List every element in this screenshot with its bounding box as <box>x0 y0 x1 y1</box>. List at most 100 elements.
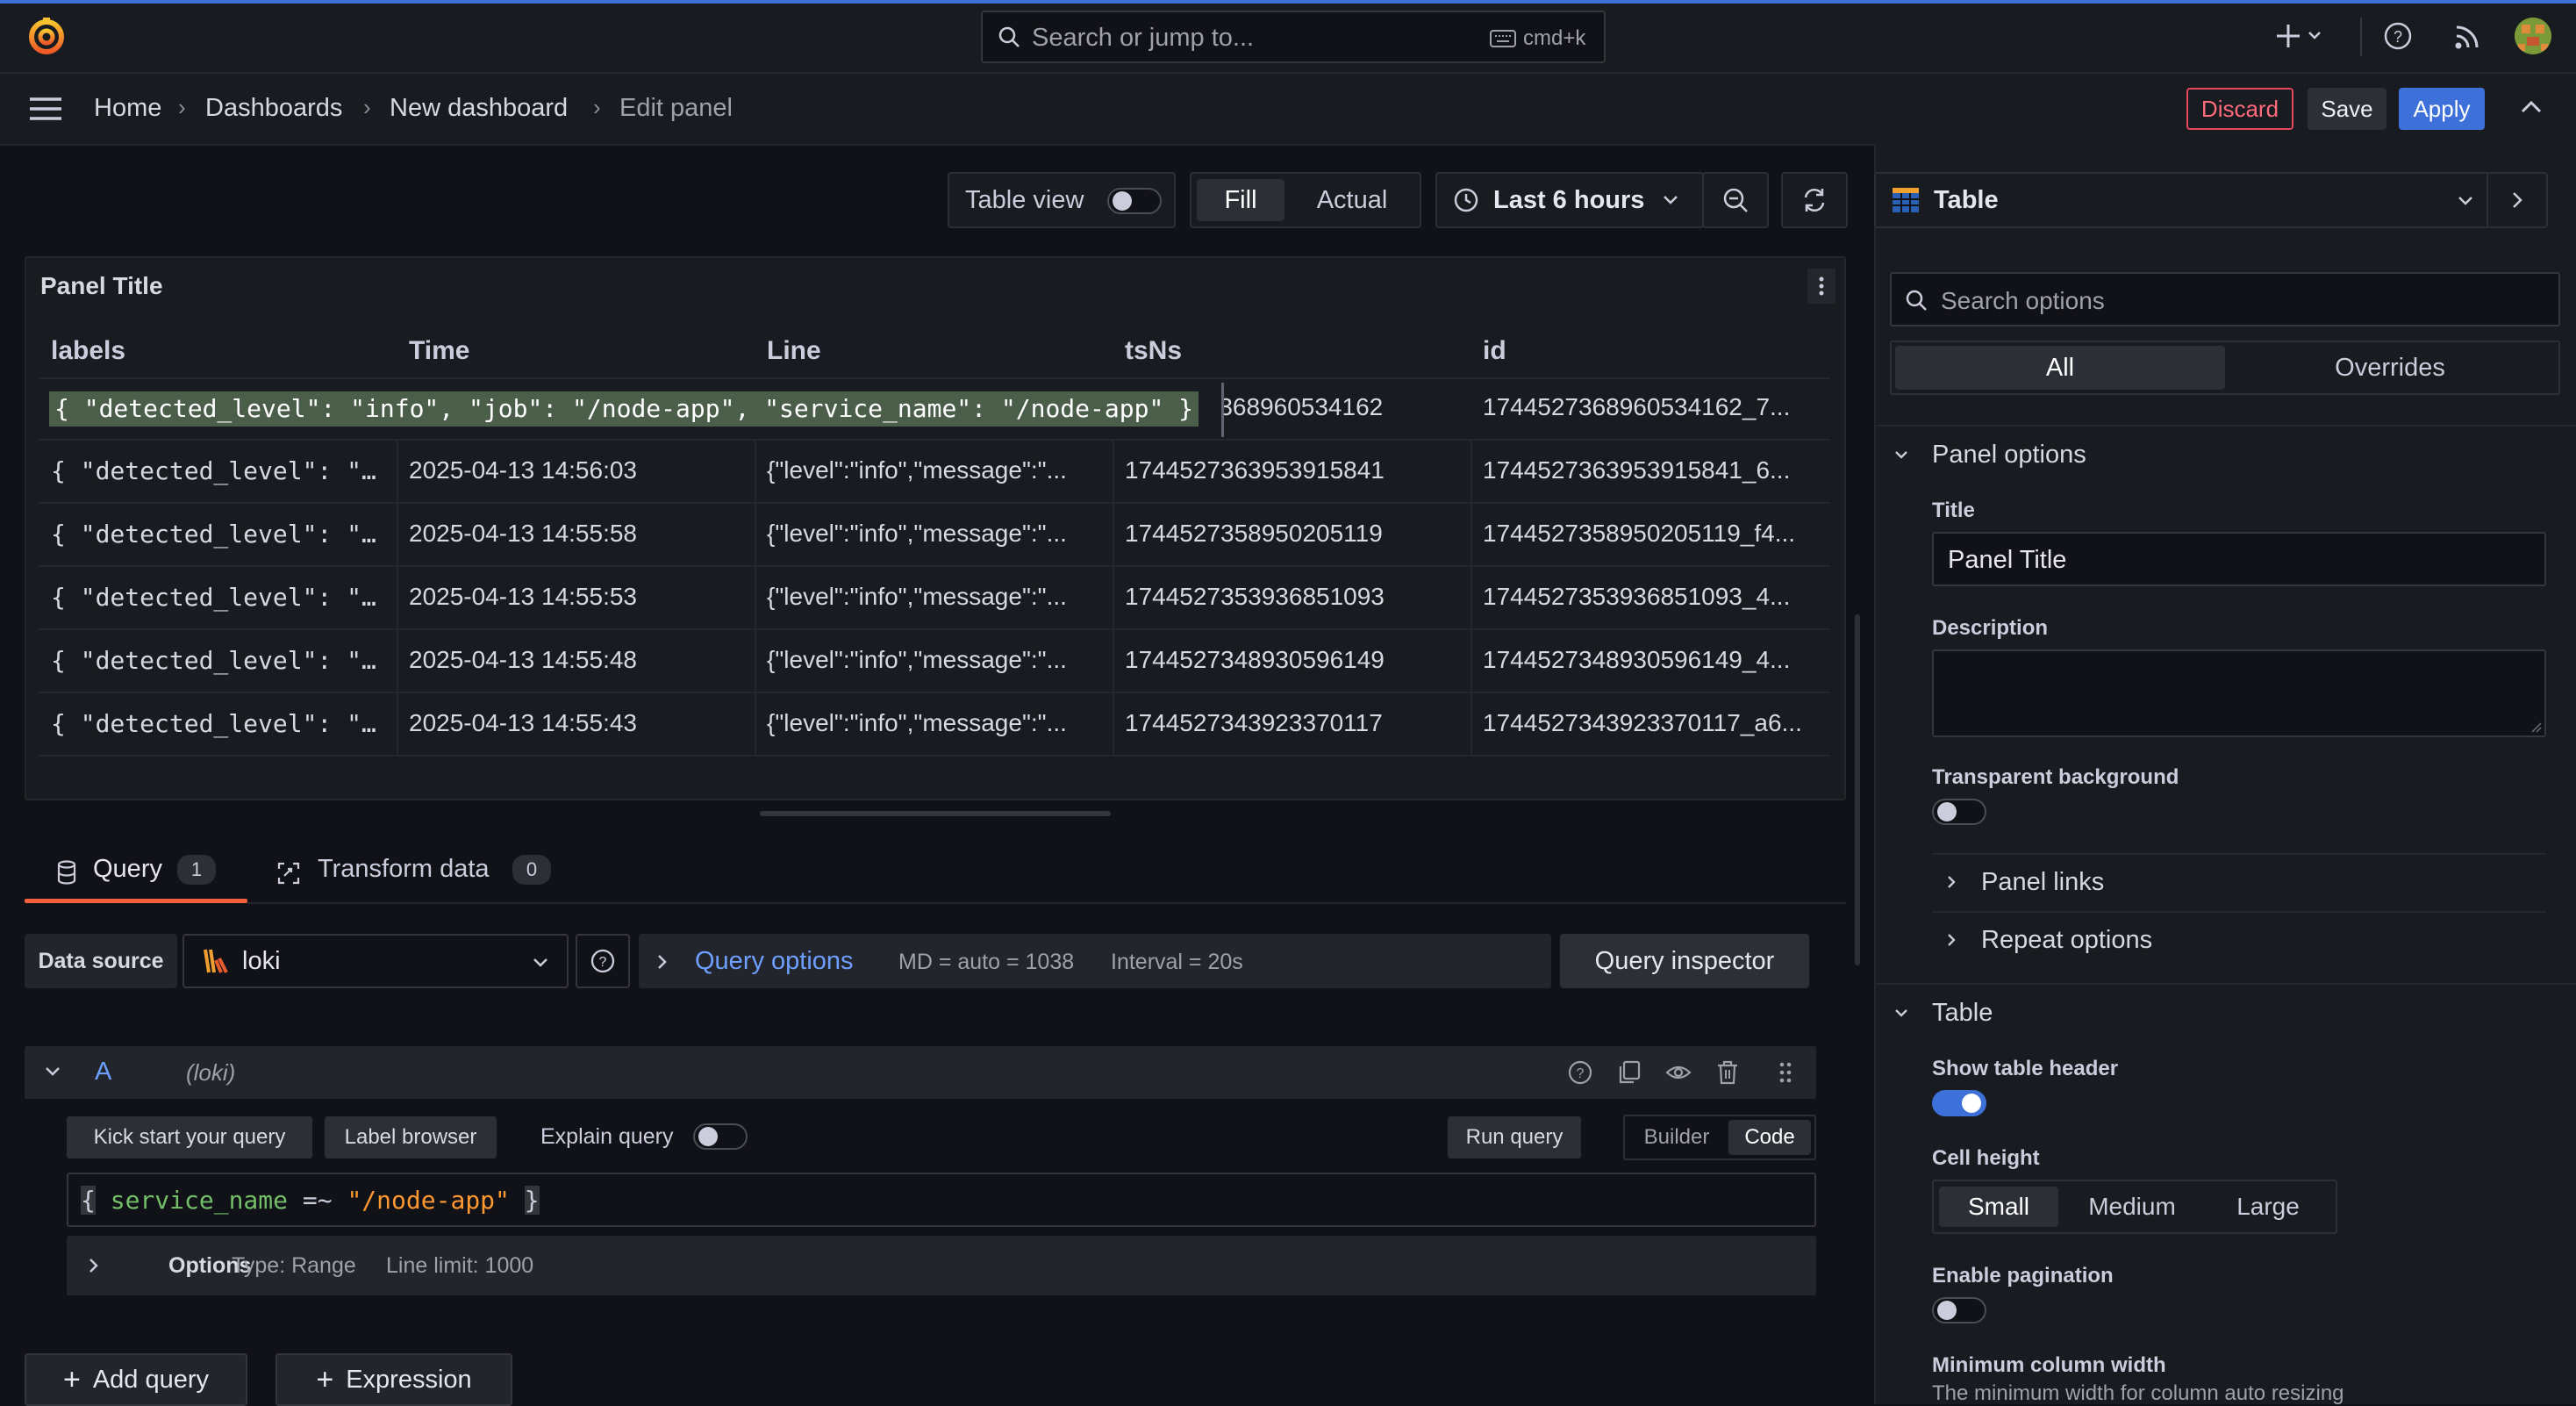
time-range-picker[interactable]: Last 6 hours <box>1435 172 1704 228</box>
textarea-resize-icon[interactable] <box>2530 721 2543 734</box>
code-mode-button[interactable]: Code <box>1728 1120 1811 1155</box>
chevron-down-icon <box>2457 195 2474 207</box>
kick-start-button[interactable]: Kick start your query <box>67 1116 312 1159</box>
run-query-button[interactable]: Run query <box>1448 1116 1581 1159</box>
apply-button[interactable]: Apply <box>2399 88 2485 130</box>
query-options-bar[interactable]: Query options MD = auto = 1038 Interval … <box>639 934 1551 988</box>
table-view-label: Table view <box>965 185 1084 214</box>
show-header-switch[interactable] <box>1932 1090 1986 1116</box>
builder-mode-button[interactable]: Builder <box>1628 1120 1725 1155</box>
menu-icon[interactable] <box>28 95 63 123</box>
zoom-out-button[interactable] <box>1702 172 1769 228</box>
chevron-down-icon[interactable] <box>1893 449 1909 460</box>
hide-query-eye-icon[interactable] <box>1665 1059 1692 1086</box>
query-options-link[interactable]: Query options <box>695 947 854 976</box>
cell-height-small[interactable]: Small <box>1939 1187 2058 1227</box>
grafana-logo[interactable] <box>26 16 67 56</box>
explain-query-label: Explain query <box>540 1124 674 1149</box>
column-header-labels[interactable]: labels <box>51 336 125 366</box>
table-section[interactable]: Table <box>1932 999 1993 1028</box>
panel-menu-icon[interactable] <box>1807 269 1835 304</box>
tab-all[interactable]: All <box>1895 346 2225 390</box>
table-view-switch[interactable] <box>1107 188 1162 214</box>
table-cell-tsns: 1744527348930596149 <box>1125 646 1385 673</box>
query-options-row[interactable]: Options Type: Range Line limit: 1000 <box>67 1236 1816 1295</box>
collapse-options-button[interactable] <box>2487 172 2548 228</box>
visualization-name: Table <box>1934 185 1999 214</box>
breadcrumb-home[interactable]: Home <box>94 94 161 123</box>
table-cell-time: 2025-04-13 14:55:58 <box>409 520 637 547</box>
breadcrumb-current: Edit panel <box>619 94 733 122</box>
chevron-right-icon[interactable] <box>1946 932 1957 948</box>
query-row-header <box>25 1046 1816 1099</box>
query-ds-name: (loki) <box>186 1059 236 1086</box>
panel-title: Panel Title <box>40 272 163 299</box>
description-textarea[interactable] <box>1932 649 2546 737</box>
tab-transform-label: Transform data <box>318 855 490 883</box>
chevron-right-icon[interactable] <box>1946 874 1957 890</box>
fill-button[interactable]: Fill <box>1197 179 1284 221</box>
tabs-divider <box>247 902 1846 904</box>
pagination-switch[interactable] <box>1932 1297 1986 1324</box>
duplicate-query-icon[interactable] <box>1616 1059 1642 1086</box>
user-avatar[interactable] <box>2515 18 2551 54</box>
data-source-picker[interactable]: loki <box>182 934 569 988</box>
new-plus-icon[interactable] <box>2276 21 2323 51</box>
cell-height-large[interactable]: Large <box>2204 1187 2332 1227</box>
tab-query[interactable]: Query 1 <box>25 843 247 904</box>
plus-icon: + <box>316 1362 334 1396</box>
column-header-tsns[interactable]: tsNs <box>1125 336 1182 366</box>
breadcrumb-dashboard[interactable]: New dashboard <box>390 94 568 123</box>
label-browser-button[interactable]: Label browser <box>325 1116 497 1159</box>
refresh-button[interactable] <box>1781 172 1848 228</box>
section-divider <box>1876 983 2576 985</box>
save-button[interactable]: Save <box>2308 88 2386 130</box>
add-query-label: Add query <box>92 1365 210 1394</box>
query-ref-id[interactable]: A <box>95 1058 111 1087</box>
actual-button[interactable]: Actual <box>1295 179 1409 221</box>
repeat-options-section[interactable]: Repeat options <box>1981 926 2152 955</box>
panel-links-section[interactable]: Panel links <box>1981 868 2104 897</box>
delete-query-trash-icon[interactable] <box>1714 1059 1741 1086</box>
loki-logo-icon <box>200 946 230 976</box>
column-header-line[interactable]: Line <box>767 336 821 366</box>
breadcrumb-dashboards[interactable]: Dashboards <box>205 94 342 123</box>
vertical-scrollbar[interactable] <box>1855 614 1860 965</box>
table-cell-labels: { "detected_level": "… <box>51 709 376 738</box>
search-bar[interactable]: Search or jump to... cmd+k <box>981 11 1606 63</box>
explain-query-switch[interactable] <box>693 1123 748 1150</box>
options-search-input[interactable]: Search options <box>1890 272 2560 326</box>
news-rss-icon[interactable] <box>2453 23 2481 51</box>
panel-resize-handle[interactable] <box>760 811 1111 816</box>
chevron-right-icon <box>656 953 669 971</box>
column-header-id[interactable]: id <box>1483 336 1506 366</box>
table-cell-tsns: 1744527343923370117 <box>1125 709 1383 736</box>
pagination-label: Enable pagination <box>1932 1264 2114 1288</box>
column-header-time[interactable]: Time <box>409 336 469 366</box>
collapse-chevron-icon[interactable] <box>2520 98 2543 116</box>
data-source-help-button[interactable]: ? <box>576 934 630 988</box>
transparent-switch[interactable] <box>1932 799 1986 825</box>
tab-overrides[interactable]: Overrides <box>2225 346 2555 390</box>
tab-transform[interactable]: Transform data 0 <box>272 843 570 904</box>
query-inspector-button[interactable]: Query inspector <box>1560 934 1809 988</box>
query-editor[interactable]: { service_name =~ "/node-app" } <box>67 1173 1816 1227</box>
title-input[interactable]: Panel Title <box>1932 532 2546 586</box>
query-count-badge: 1 <box>177 855 216 885</box>
add-query-button[interactable]: + Add query <box>25 1353 247 1406</box>
drag-handle-icon[interactable] <box>1772 1059 1799 1086</box>
table-view-toggle[interactable]: Table view <box>948 172 1176 228</box>
visualization-picker[interactable]: Table <box>1874 172 2506 228</box>
svg-text:?: ? <box>1577 1066 1585 1081</box>
expression-button[interactable]: + Expression <box>275 1353 512 1406</box>
cell-height-medium[interactable]: Medium <box>2064 1187 2200 1227</box>
discard-button[interactable]: Discard <box>2186 88 2293 130</box>
column-divider <box>397 439 398 755</box>
table-cell-time: 2025-04-13 14:55:43 <box>409 709 637 736</box>
expanded-label-cell[interactable]: { "detected_level": "info", "job": "/nod… <box>46 383 1224 437</box>
help-icon[interactable]: ? <box>2383 21 2413 51</box>
query-help-icon[interactable]: ? <box>1567 1059 1593 1086</box>
panel-options-section[interactable]: Panel options <box>1932 441 2086 470</box>
collapse-chevron-icon[interactable] <box>44 1065 61 1078</box>
chevron-down-icon[interactable] <box>1893 1008 1909 1018</box>
